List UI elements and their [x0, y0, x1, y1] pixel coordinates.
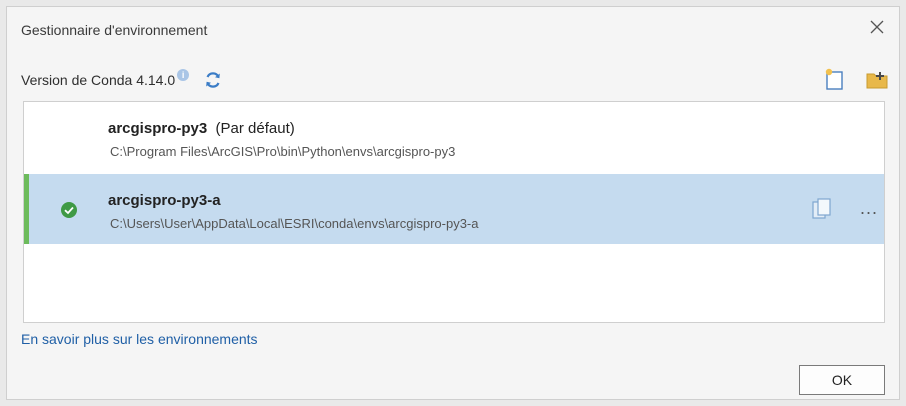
clone-icon[interactable] — [812, 198, 832, 220]
environment-name-line: arcgispro-py3 (Par défaut) — [108, 120, 295, 137]
environment-path: C:\Program Files\ArcGIS\Pro\bin\Python\e… — [110, 144, 456, 159]
close-icon[interactable] — [867, 17, 887, 37]
active-accent-bar — [24, 174, 29, 244]
dialog-title: Gestionnaire d'environnement — [21, 22, 208, 38]
ok-button[interactable]: OK — [799, 365, 885, 395]
active-check-icon — [61, 202, 77, 218]
environment-row[interactable]: arcgispro-py3 (Par défaut) C:\Program Fi… — [24, 102, 884, 172]
toolbar-icons — [823, 67, 889, 91]
environment-list: arcgispro-py3 (Par défaut) C:\Program Fi… — [23, 101, 885, 323]
conda-version-row: Version de Conda 4.14.0 i — [21, 69, 223, 90]
more-options-icon[interactable]: ... — [860, 198, 878, 219]
environment-path: C:\Users\User\AppData\Local\ESRI\conda\e… — [110, 216, 479, 231]
conda-version-label: Version de Conda 4.14.0 — [21, 72, 176, 88]
environment-name: arcgispro-py3-a — [108, 192, 221, 209]
environment-row-selected[interactable]: arcgispro-py3-a C:\Users\User\AppData\Lo… — [24, 174, 884, 244]
learn-more-link[interactable]: En savoir plus sur les environnements — [21, 331, 258, 347]
environment-name: arcgispro-py3 — [108, 120, 208, 137]
info-icon[interactable]: i — [177, 69, 190, 81]
environment-name-line: arcgispro-py3-a — [108, 192, 221, 209]
environment-manager-dialog: Gestionnaire d'environnement Version de … — [6, 6, 900, 400]
default-tag: (Par défaut) — [215, 120, 295, 137]
new-environment-icon[interactable] — [823, 67, 847, 91]
refresh-icon[interactable] — [203, 70, 223, 90]
add-folder-icon[interactable] — [865, 67, 889, 91]
